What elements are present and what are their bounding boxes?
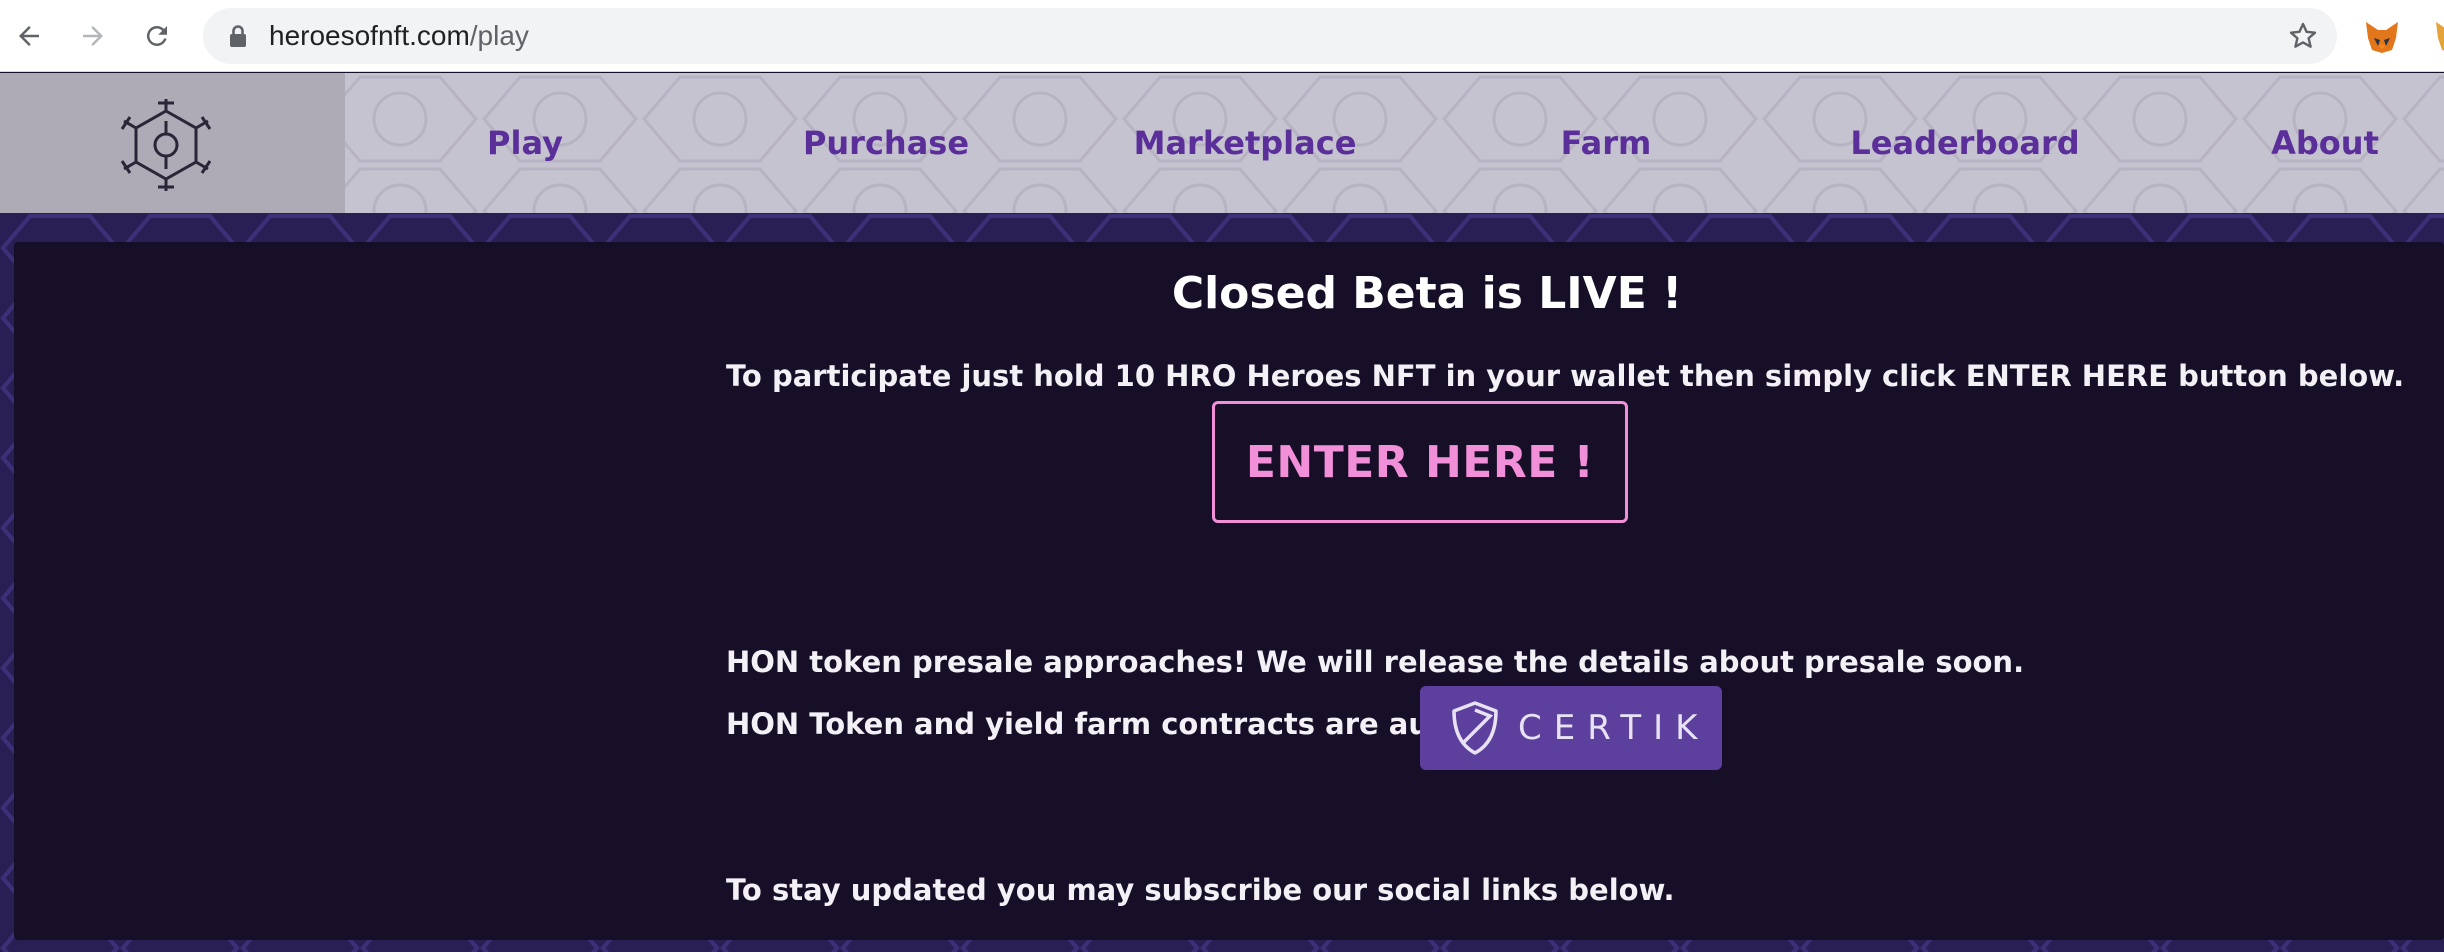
subscribe-text: To stay updated you may subscribe our so… bbox=[726, 873, 1675, 907]
logo-hex-icon bbox=[120, 99, 212, 191]
certik-label: CERTIK bbox=[1518, 708, 1710, 748]
participate-instructions: To participate just hold 10 HRO Heroes N… bbox=[726, 359, 2405, 393]
address-bar[interactable]: heroesofnft.com/play bbox=[203, 8, 2337, 64]
nav-purchase[interactable]: Purchase bbox=[803, 116, 969, 170]
certik-shield-icon bbox=[1452, 701, 1498, 755]
certik-badge[interactable]: CERTIK bbox=[1420, 686, 1722, 770]
nav-about[interactable]: About bbox=[2271, 116, 2379, 170]
metamask-fox-icon[interactable] bbox=[2362, 16, 2402, 56]
url-path: /play bbox=[469, 20, 529, 51]
browser-toolbar: heroesofnft.com/play bbox=[0, 0, 2444, 72]
lock-icon bbox=[230, 25, 246, 47]
nav-marketplace[interactable]: Marketplace bbox=[1134, 116, 1357, 170]
page-title: Closed Beta is LIVE ! bbox=[1171, 268, 1683, 319]
nav-play[interactable]: Play bbox=[487, 116, 563, 170]
site-logo[interactable] bbox=[0, 73, 345, 213]
site-header: Play Purchase Marketplace Farm Leaderboa… bbox=[0, 73, 2444, 213]
url-text: heroesofnft.com/play bbox=[269, 20, 529, 52]
nav-leaderboard[interactable]: Leaderboard bbox=[1850, 116, 2079, 170]
url-domain: heroesofnft.com bbox=[269, 20, 470, 51]
forward-icon[interactable] bbox=[73, 16, 113, 56]
presale-text: HON token presale approaches! We will re… bbox=[726, 645, 2025, 679]
main-panel bbox=[14, 242, 2444, 940]
enter-here-button[interactable]: ENTER HERE ! bbox=[1212, 401, 1628, 523]
extension-icon[interactable] bbox=[2432, 16, 2444, 56]
nav-farm[interactable]: Farm bbox=[1561, 116, 1652, 170]
back-icon[interactable] bbox=[9, 16, 49, 56]
bookmark-star-icon[interactable] bbox=[2287, 20, 2319, 52]
enter-here-label: ENTER HERE ! bbox=[1245, 436, 1595, 488]
reload-icon[interactable] bbox=[137, 16, 177, 56]
